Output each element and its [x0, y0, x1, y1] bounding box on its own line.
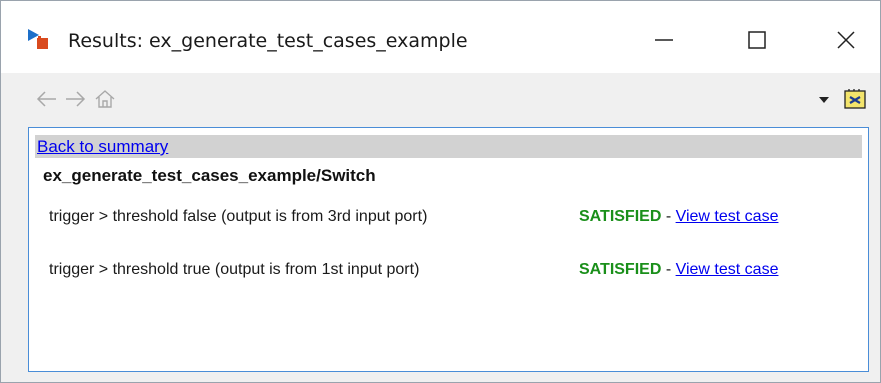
block-title: ex_generate_test_cases_example/Switch — [43, 166, 376, 185]
minimize-icon — [655, 39, 673, 41]
simulink-model-icon — [28, 29, 48, 49]
chevron-down-icon[interactable] — [818, 96, 830, 104]
title-bar[interactable]: Results: ex_generate_test_cases_example — [1, 1, 880, 73]
home-icon[interactable] — [93, 89, 117, 109]
view-test-case-link[interactable]: View test case — [676, 261, 779, 278]
options-icon[interactable] — [843, 88, 867, 110]
view-test-case-link[interactable]: View test case — [676, 208, 779, 225]
navigation-toolbar — [1, 77, 880, 119]
window-title: Results: ex_generate_test_cases_example — [68, 30, 468, 52]
status-separator: - — [661, 261, 676, 278]
maximize-button[interactable] — [734, 21, 780, 59]
status-separator: - — [661, 208, 676, 225]
forward-arrow-icon[interactable] — [63, 89, 87, 109]
back-to-summary-link[interactable]: Back to summary — [37, 137, 168, 157]
objective-status-row: SATISFIED - View test case — [579, 259, 869, 281]
status-satisfied: SATISFIED — [579, 208, 662, 225]
objective-description: trigger > threshold false (output is fro… — [49, 208, 428, 225]
objective-status-row: SATISFIED - View test case — [579, 206, 869, 228]
results-window: Results: ex_generate_test_cases_example — [0, 0, 881, 383]
status-satisfied: SATISFIED — [579, 261, 662, 278]
back-row: Back to summary — [35, 135, 862, 158]
back-arrow-icon[interactable] — [35, 89, 59, 109]
maximize-icon — [748, 31, 766, 49]
close-icon — [837, 31, 855, 49]
results-panel: Back to summary ex_generate_test_cases_e… — [28, 127, 869, 372]
close-button[interactable] — [823, 21, 869, 59]
minimize-button[interactable] — [641, 21, 687, 59]
objective-description: trigger > threshold true (output is from… — [49, 261, 420, 278]
